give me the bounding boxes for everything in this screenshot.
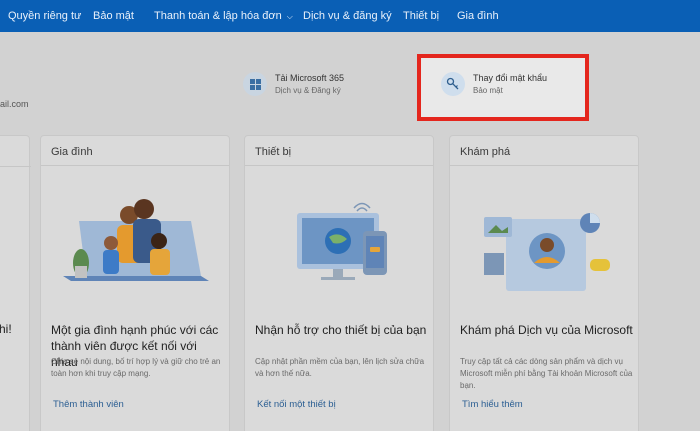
card-header: Gia đình	[41, 136, 229, 166]
connect-device-link[interactable]: Kết nối một thiết bị	[257, 399, 336, 410]
card-description: Chia sẻ nội dung, bố trí hợp lý và giữ c…	[51, 357, 221, 378]
card-title: Nhận hỗ trợ cho thiết bị của bạn	[255, 323, 427, 337]
nav-services-subscriptions[interactable]: Dịch vụ & đăng ký	[303, 10, 392, 22]
card-header: Thiết bị	[245, 136, 433, 166]
chevron-down-icon: ⌵	[286, 12, 293, 21]
card-description: Truy cập tất cả các dòng sản phẩm và dịc…	[460, 357, 633, 390]
discover-illustration	[484, 213, 610, 291]
learn-more-link[interactable]: Tìm hiểu thêm	[462, 399, 523, 410]
nav-payment-billing[interactable]: Thanh toán & lập hóa đơn ⌵	[154, 10, 293, 22]
quick-action-title: Tải Microsoft 365	[275, 73, 345, 83]
add-member-link[interactable]: Thêm thành viên	[53, 399, 124, 410]
family-illustration	[63, 199, 209, 281]
quick-action-microsoft-365[interactable]: Tải Microsoft 365 Dịch vụ & Đăng ký	[243, 72, 344, 96]
nav-payment-label: Thanh toán & lập hóa đơn	[154, 10, 282, 22]
card-header: Khám phá	[450, 136, 638, 166]
quick-action-subtitle: Dịch vụ & Đăng ký	[275, 86, 341, 95]
card-title-fragment: hi!	[0, 322, 12, 336]
nav-devices[interactable]: Thiết bị	[403, 10, 439, 22]
card-discover: Khám phá Khám phá Dịch vụ của Microsoft …	[449, 135, 639, 431]
nav-privacy[interactable]: Quyền riêng tư	[8, 10, 81, 22]
quick-action-subtitle: Bảo mật	[473, 86, 503, 95]
card-devices: Thiết bị Nhận hỗ trợ cho thiết bị của bạ…	[244, 135, 434, 431]
nav-security[interactable]: Bảo mật	[93, 10, 134, 22]
card-partial-left: hi!	[0, 135, 31, 431]
account-email: ail.com	[0, 99, 29, 109]
card-title: Khám phá Dịch vụ của Microsoft	[460, 323, 633, 337]
quick-action-change-password[interactable]: Thay đổi mật khẩu Bảo mật	[441, 72, 547, 96]
card-description: Cập nhật phần mềm của bạn, lên lịch sửa …	[255, 357, 425, 378]
quick-action-title: Thay đổi mật khẩu	[473, 73, 548, 83]
nav-family[interactable]: Gia đình	[457, 10, 499, 22]
top-nav: Quyền riêng tư Bảo mật Thanh toán & lập …	[0, 0, 700, 32]
devices-illustration	[297, 202, 387, 280]
key-icon	[441, 72, 465, 96]
windows-logo-icon	[243, 72, 267, 96]
card-family: Gia đình Một gia đình hạnh phúc với các …	[40, 135, 230, 431]
